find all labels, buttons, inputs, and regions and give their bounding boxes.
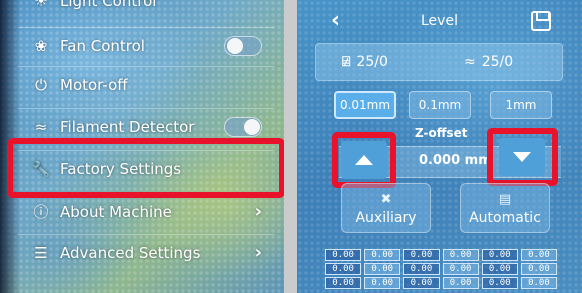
chevron-right-icon: ›: [254, 242, 262, 263]
arrow-up-icon: [355, 155, 373, 165]
temperature-bar: ⍯ 25/0 ≈ 25/0: [315, 43, 563, 81]
mesh-cell: 0.00: [403, 263, 440, 275]
mesh-cell: 0.00: [403, 277, 440, 289]
menu-item-light-control[interactable]: ☀ Light Control: [18, 0, 274, 18]
mesh-cell: 0.00: [442, 249, 479, 261]
chevron-right-icon: ›: [254, 201, 262, 222]
menu-item-fan-control[interactable]: ❀ Fan Control: [18, 27, 274, 63]
filament-toggle[interactable]: [224, 116, 262, 137]
settings-menu-photo: ☀ Light Control ❀ Fan Control ⏻ Motor-of…: [0, 0, 284, 293]
fan-icon: ❀: [34, 36, 48, 55]
mesh-cell: 0.00: [442, 263, 479, 275]
zoffset-down-button[interactable]: [499, 138, 545, 176]
fan-toggle[interactable]: [224, 35, 262, 56]
nozzle-temp: ⍯ 25/0: [342, 54, 388, 70]
menu-item-about-machine[interactable]: ⓘ About Machine ›: [18, 193, 274, 229]
mesh-cell: 0.00: [403, 249, 440, 261]
sliders-icon: ☰: [34, 243, 48, 262]
mesh-cell: 0.00: [481, 249, 518, 261]
mesh-cell: 0.00: [325, 263, 362, 275]
nozzle-icon: ⍯: [342, 54, 351, 70]
zoffset-label: Z-offset: [415, 126, 468, 140]
mesh-cell: 0.00: [325, 249, 362, 261]
step-1mm-button[interactable]: 1mm: [490, 91, 552, 119]
menu-item-motor-off[interactable]: ⏻ Motor-off: [18, 66, 274, 102]
factory-settings-highlight: [7, 138, 284, 198]
filament-icon: ≈: [34, 117, 48, 136]
mesh-cell: 0.00: [325, 277, 362, 289]
info-icon: ⓘ: [33, 203, 49, 221]
mesh-grid: 0.00 0.00 0.00 0.00 0.00 0.00 0.00 0.00 …: [325, 249, 557, 289]
page-title: Level: [421, 13, 458, 29]
menu-item-advanced-settings[interactable]: ☰ Advanced Settings ›: [18, 234, 274, 270]
heated-bed-icon: ≈: [464, 54, 476, 70]
auxiliary-button[interactable]: ✖ Auxiliary: [341, 183, 431, 233]
step-0-01mm-button[interactable]: 0.01mm: [334, 91, 396, 119]
zoffset-up-button[interactable]: [341, 141, 387, 179]
step-0-1mm-button[interactable]: 0.1mm: [409, 91, 471, 119]
mesh-cell: 0.00: [520, 249, 557, 261]
back-chevron-icon[interactable]: ‹: [331, 8, 340, 33]
mesh-cell: 0.00: [481, 263, 518, 275]
mesh-cell: 0.00: [442, 277, 479, 289]
toggle-knob: [244, 118, 260, 135]
mesh-cell: 0.00: [481, 277, 518, 289]
save-icon[interactable]: [531, 11, 551, 31]
arrow-down-icon: [513, 152, 531, 162]
mesh-cell: 0.00: [520, 263, 557, 275]
automatic-icon: ▤: [498, 192, 512, 207]
mesh-cell: 0.00: [364, 249, 401, 261]
bed-temp: ≈ 25/0: [464, 54, 514, 70]
bulb-icon: ☀: [34, 0, 48, 10]
toggle-knob: [227, 37, 243, 54]
mesh-cell: 0.00: [364, 277, 401, 289]
mesh-cell: 0.00: [520, 277, 557, 289]
automatic-button[interactable]: ▤ Automatic: [460, 183, 550, 233]
auxiliary-icon: ✖: [380, 192, 392, 207]
zoffset-value: 0.000 mm: [419, 153, 492, 168]
mesh-cell: 0.00: [364, 263, 401, 275]
power-icon: ⏻: [35, 75, 47, 94]
level-screen: ‹ Level ⍯ 25/0 ≈ 25/0 0.01mm 0.1mm 1mm Z…: [297, 0, 582, 293]
